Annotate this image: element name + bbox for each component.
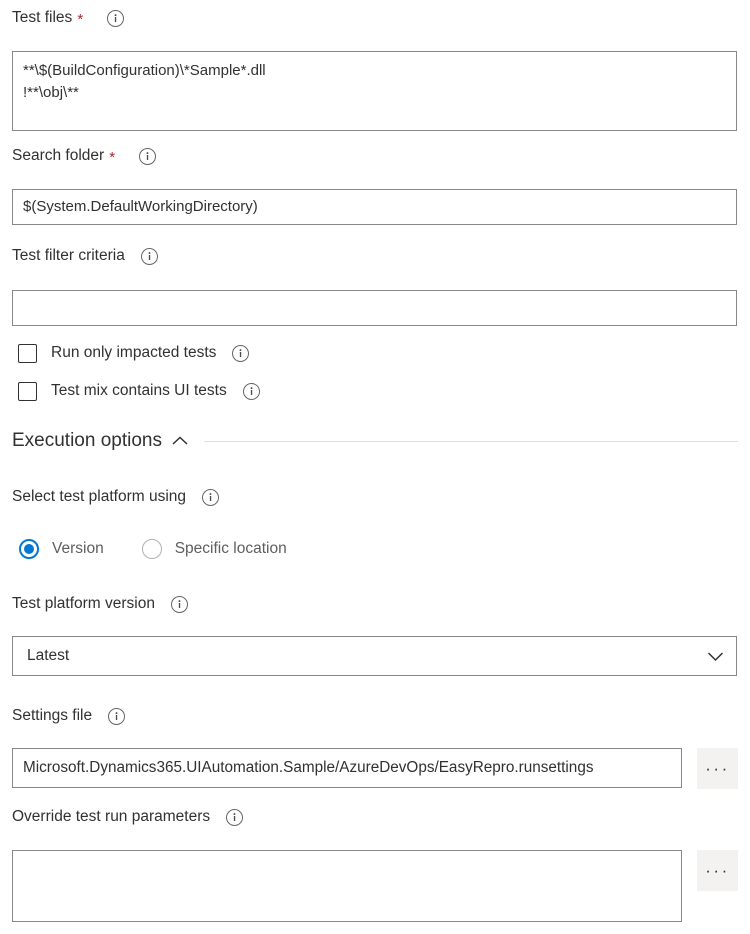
test-platform-version-dropdown[interactable]: Latest xyxy=(12,636,737,676)
override-test-run-parameters-input[interactable] xyxy=(12,850,682,922)
search-folder-label: Search folder * xyxy=(12,146,157,166)
select-test-platform-using-label-text: Select test platform using xyxy=(12,488,187,505)
test-platform-version-value: Latest xyxy=(27,647,70,664)
info-icon[interactable] xyxy=(139,147,157,165)
override-test-run-parameters-label: Override test run parameters xyxy=(12,807,244,827)
info-icon[interactable] xyxy=(202,488,220,506)
override-test-run-parameters-label-row: Override test run parameters xyxy=(12,807,244,827)
search-folder-label-row: Search folder * xyxy=(12,146,157,166)
test-platform-version-label: Test platform version xyxy=(12,594,188,614)
search-folder-input-value: $(System.DefaultWorkingDirectory) xyxy=(23,198,258,215)
task-settings-form: Test files * **\$(BuildConfiguration)\*S… xyxy=(0,0,750,934)
test-platform-version-label-row: Test platform version xyxy=(12,594,188,614)
radio-version[interactable] xyxy=(19,539,39,559)
info-icon[interactable] xyxy=(171,595,188,613)
test-mix-contains-ui-tests-checkbox[interactable] xyxy=(18,381,37,401)
override-test-run-parameters-browse-button[interactable]: ··· xyxy=(697,850,738,891)
test-platform-radio-group: Version Specific location xyxy=(19,539,287,559)
test-filter-criteria-label-text: Test filter criteria xyxy=(12,247,125,264)
run-only-impacted-tests-row[interactable]: Run only impacted tests xyxy=(0,340,250,366)
test-files-label-row: Test files * xyxy=(12,8,125,28)
settings-file-label-text: Settings file xyxy=(12,707,93,724)
test-mix-contains-ui-tests-label: Test mix contains UI tests xyxy=(51,382,227,399)
settings-file-row: Microsoft.Dynamics365.UIAutomation.Sampl… xyxy=(12,748,738,789)
info-icon[interactable] xyxy=(232,344,250,362)
execution-options-section-header[interactable]: Execution options xyxy=(12,430,738,452)
test-files-required-marker: * xyxy=(77,10,84,28)
radio-specific-location-label: Specific location xyxy=(174,540,287,557)
info-icon[interactable] xyxy=(107,9,125,27)
search-folder-label-text: Search folder xyxy=(12,147,105,164)
radio-version-label: Version xyxy=(52,540,104,557)
test-files-input[interactable]: **\$(BuildConfiguration)\*Sample*.dll !*… xyxy=(12,51,737,131)
test-platform-version-label-text: Test platform version xyxy=(12,595,155,612)
settings-file-label-row: Settings file xyxy=(12,706,126,726)
run-only-impacted-tests-label: Run only impacted tests xyxy=(51,344,217,361)
test-files-label: Test files * xyxy=(12,8,125,28)
section-divider xyxy=(204,440,738,442)
radio-option-version[interactable]: Version xyxy=(19,539,104,559)
select-test-platform-using-label-row: Select test platform using xyxy=(12,487,220,507)
select-test-platform-using-label: Select test platform using xyxy=(12,487,220,507)
settings-file-input[interactable]: Microsoft.Dynamics365.UIAutomation.Sampl… xyxy=(12,748,682,788)
chevron-up-icon[interactable] xyxy=(172,436,188,446)
radio-option-specific-location[interactable]: Specific location xyxy=(141,539,287,559)
info-icon[interactable] xyxy=(108,707,126,725)
info-icon[interactable] xyxy=(226,808,244,826)
search-folder-required-marker: * xyxy=(109,148,116,166)
test-filter-criteria-input[interactable] xyxy=(12,290,737,326)
settings-file-browse-button[interactable]: ··· xyxy=(697,748,738,789)
chevron-down-icon[interactable] xyxy=(707,651,724,662)
run-only-impacted-tests-checkbox[interactable] xyxy=(18,343,37,363)
override-test-run-parameters-row: ··· xyxy=(12,850,738,922)
info-icon[interactable] xyxy=(140,247,158,265)
override-test-run-parameters-label-text: Override test run parameters xyxy=(12,808,211,825)
test-mix-contains-ui-tests-row[interactable]: Test mix contains UI tests xyxy=(0,378,260,404)
settings-file-label: Settings file xyxy=(12,706,126,726)
test-files-label-text: Test files xyxy=(12,9,73,26)
test-filter-criteria-label-row: Test filter criteria xyxy=(12,246,158,266)
test-filter-criteria-label: Test filter criteria xyxy=(12,246,158,266)
radio-specific-location[interactable] xyxy=(141,539,162,559)
search-folder-input[interactable]: $(System.DefaultWorkingDirectory) xyxy=(12,189,737,225)
execution-options-title: Execution options xyxy=(12,430,162,451)
info-icon[interactable] xyxy=(242,382,260,400)
